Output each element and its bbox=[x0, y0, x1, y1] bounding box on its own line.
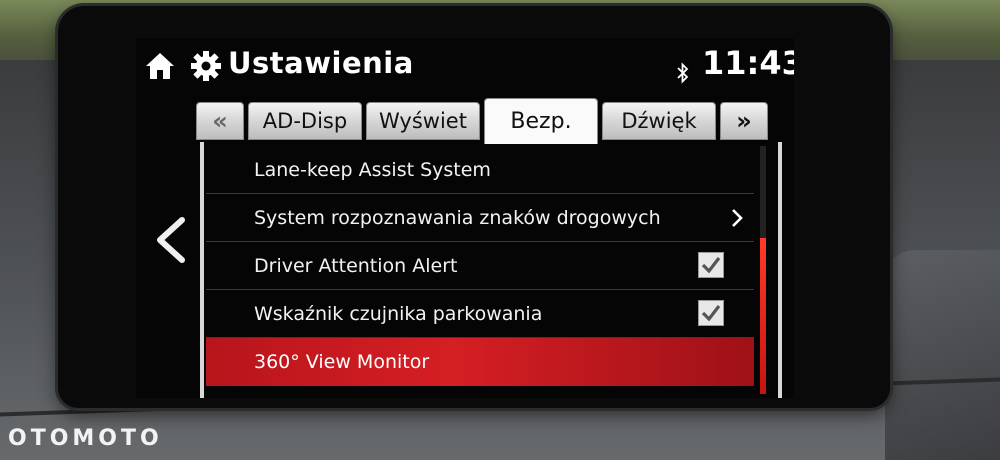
settings-list: Lane-keep Assist System System rozpoznaw… bbox=[206, 146, 754, 386]
checkbox-driver-attention[interactable] bbox=[698, 252, 724, 278]
list-item-label: Wskaźnik czujnika parkowania bbox=[254, 302, 543, 325]
tab-bar: « AD-Disp Wyświet Bezp. Dźwięk » bbox=[196, 98, 776, 144]
tab-bezp[interactable]: Bezp. bbox=[484, 98, 598, 144]
list-item-parking-sensor[interactable]: Wskaźnik czujnika parkowania bbox=[206, 290, 754, 338]
list-item-driver-attention[interactable]: Driver Attention Alert bbox=[206, 242, 754, 290]
tab-label: AD-Disp bbox=[262, 109, 348, 133]
checkbox-parking-sensor[interactable] bbox=[698, 300, 724, 326]
tab-label: Dźwięk bbox=[621, 109, 697, 133]
checkmark-icon bbox=[701, 257, 721, 274]
tab-scroll-left-button[interactable]: « bbox=[196, 102, 244, 140]
header-bar: Ustawienia 11:43 bbox=[136, 38, 794, 96]
back-arrow-icon[interactable] bbox=[148, 214, 192, 266]
clock: 11:43 bbox=[702, 44, 794, 82]
chevron-right-icon bbox=[732, 209, 743, 227]
home-icon[interactable] bbox=[144, 50, 176, 82]
list-item-label: System rozpoznawania znaków drogowych bbox=[254, 206, 661, 229]
tab-wyswiet[interactable]: Wyświet bbox=[366, 102, 480, 140]
list-item-360-view-monitor[interactable]: 360° View Monitor bbox=[206, 338, 754, 386]
checkmark-icon bbox=[701, 305, 721, 322]
list-item-lane-keep[interactable]: Lane-keep Assist System bbox=[206, 146, 754, 194]
list-item-label: Driver Attention Alert bbox=[254, 254, 458, 277]
watermark-logo: OTOMOTO bbox=[8, 426, 163, 451]
infotainment-screen: Ustawienia 11:43 « AD-Disp Wyświet Bezp.… bbox=[136, 38, 794, 398]
tab-dzwiek[interactable]: Dźwięk bbox=[602, 102, 716, 140]
page-title: Ustawienia bbox=[228, 46, 414, 80]
gear-icon bbox=[191, 51, 221, 81]
bluetooth-icon bbox=[677, 62, 689, 84]
tab-ad-disp[interactable]: AD-Disp bbox=[248, 102, 362, 140]
list-item-sign-recognition[interactable]: System rozpoznawania znaków drogowych bbox=[206, 194, 754, 242]
dashboard-panel bbox=[885, 250, 1000, 460]
tab-label: Wyświet bbox=[379, 109, 467, 133]
scrollbar-thumb[interactable] bbox=[760, 238, 766, 394]
tab-scroll-right-button[interactable]: » bbox=[720, 102, 768, 140]
double-chevron-right-icon: » bbox=[736, 107, 752, 135]
double-chevron-left-icon: « bbox=[212, 107, 228, 135]
list-item-label: Lane-keep Assist System bbox=[254, 158, 491, 181]
list-item-label: 360° View Monitor bbox=[254, 351, 430, 373]
tab-label: Bezp. bbox=[510, 109, 572, 134]
